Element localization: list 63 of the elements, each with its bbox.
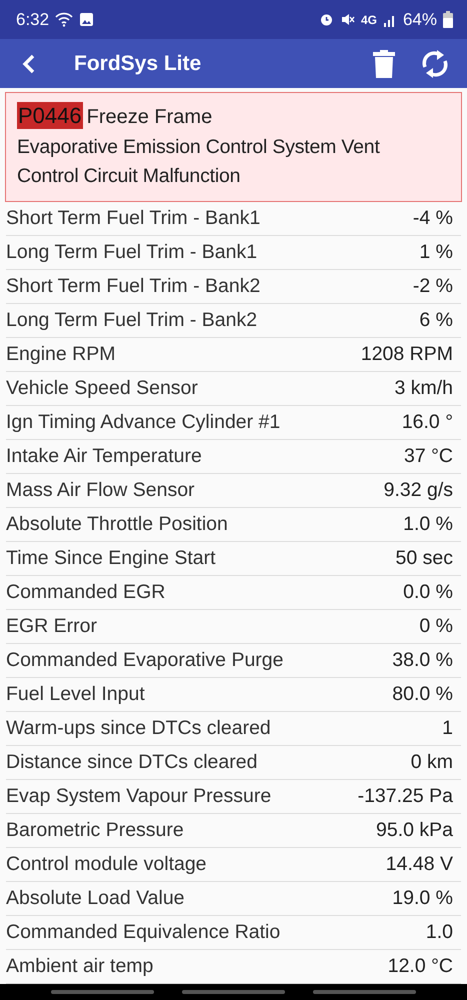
parameter-value: -2 % [412,275,454,298]
mute-icon [340,12,355,27]
parameter-name: EGR Error [6,615,98,638]
nav-handle[interactable] [182,990,285,994]
battery-icon [443,11,453,28]
parameter-value: 1.0 [426,921,454,944]
alarm-icon [318,12,334,27]
parameter-name: Warm-ups since DTCs cleared [6,717,271,740]
parameter-value: -137.25 Pa [358,785,454,808]
parameter-name: Barometric Pressure [6,819,184,842]
parameter-name: Ign Timing Advance Cylinder #1 [6,411,280,434]
nav-handle[interactable] [313,990,416,994]
trash-icon [373,50,395,78]
parameter-name: Control module voltage [6,853,207,876]
parameter-value: 37 °C [404,445,454,468]
parameter-value: 38.0 % [392,649,454,672]
parameter-value: 3 km/h [394,377,454,400]
parameter-name: Fuel Level Input [6,683,145,706]
parameter-name: Long Term Fuel Trim - Bank1 [6,241,258,264]
parameter-name: Vehicle Speed Sensor [6,377,198,400]
parameter-name: Ambient air temp [6,955,154,978]
parameter-name: Distance since DTCs cleared [6,751,258,774]
parameter-value: 1208 RPM [360,343,454,366]
parameter-name: Commanded EGR [6,581,166,604]
parameter-name: Commanded Equivalence Ratio [6,921,280,944]
nav-handle[interactable] [51,990,154,994]
parameter-value: 95.0 kPa [376,819,454,842]
parameter-name: Engine RPM [6,343,116,366]
dtc-heading: Freeze Frame [86,106,212,128]
parameter-value: 1 % [419,241,454,264]
parameter-name: Absolute Load Value [6,887,185,910]
dtc-code: P0446 [17,102,83,130]
parameter-name: Short Term Fuel Trim - Bank2 [6,275,260,298]
parameter-value: 14.48 V [386,853,454,876]
parameter-name: Commanded Evaporative Purge [6,649,284,672]
parameter-value: 0 km [410,751,454,774]
parameter-value: 12.0 °C [388,955,454,978]
app-title: FordSys Lite [74,52,202,76]
parameter-value: 16.0 ° [402,411,454,434]
parameter-name: Long Term Fuel Trim - Bank2 [6,309,258,332]
wifi-icon [55,12,74,27]
parameter-value: 80.0 % [392,683,454,706]
parameter-name: Intake Air Temperature [6,445,202,468]
network-type: 4G [360,12,377,26]
parameter-value: 0 % [419,615,454,638]
parameter-value: 1 [442,717,454,740]
parameter-name: Absolute Throttle Position [6,513,228,536]
parameter-value: 6 % [419,309,454,332]
parameter-value: 19.0 % [392,887,454,910]
parameter-name: Short Term Fuel Trim - Bank1 [6,207,260,230]
refresh-icon [421,48,449,79]
dtc-description: Evaporative Emission Control System Vent Control Circuit Malfunction [17,135,381,190]
parameter-name: Evap System Vapour Pressure [6,785,272,808]
parameter-value: 1.0 % [403,513,454,536]
status-time: 6:32 [16,10,50,30]
battery-percent: 64% [402,10,437,30]
parameter-name: Mass Air Flow Sensor [6,479,195,502]
parameter-name: Time Since Engine Start [6,547,216,570]
parameter-value: 9.32 g/s [384,479,454,502]
parameter-value: 50 sec [396,547,454,570]
parameter-value: 0.0 % [403,581,454,604]
parameter-value: -4 % [412,207,454,230]
image-icon [79,12,94,27]
